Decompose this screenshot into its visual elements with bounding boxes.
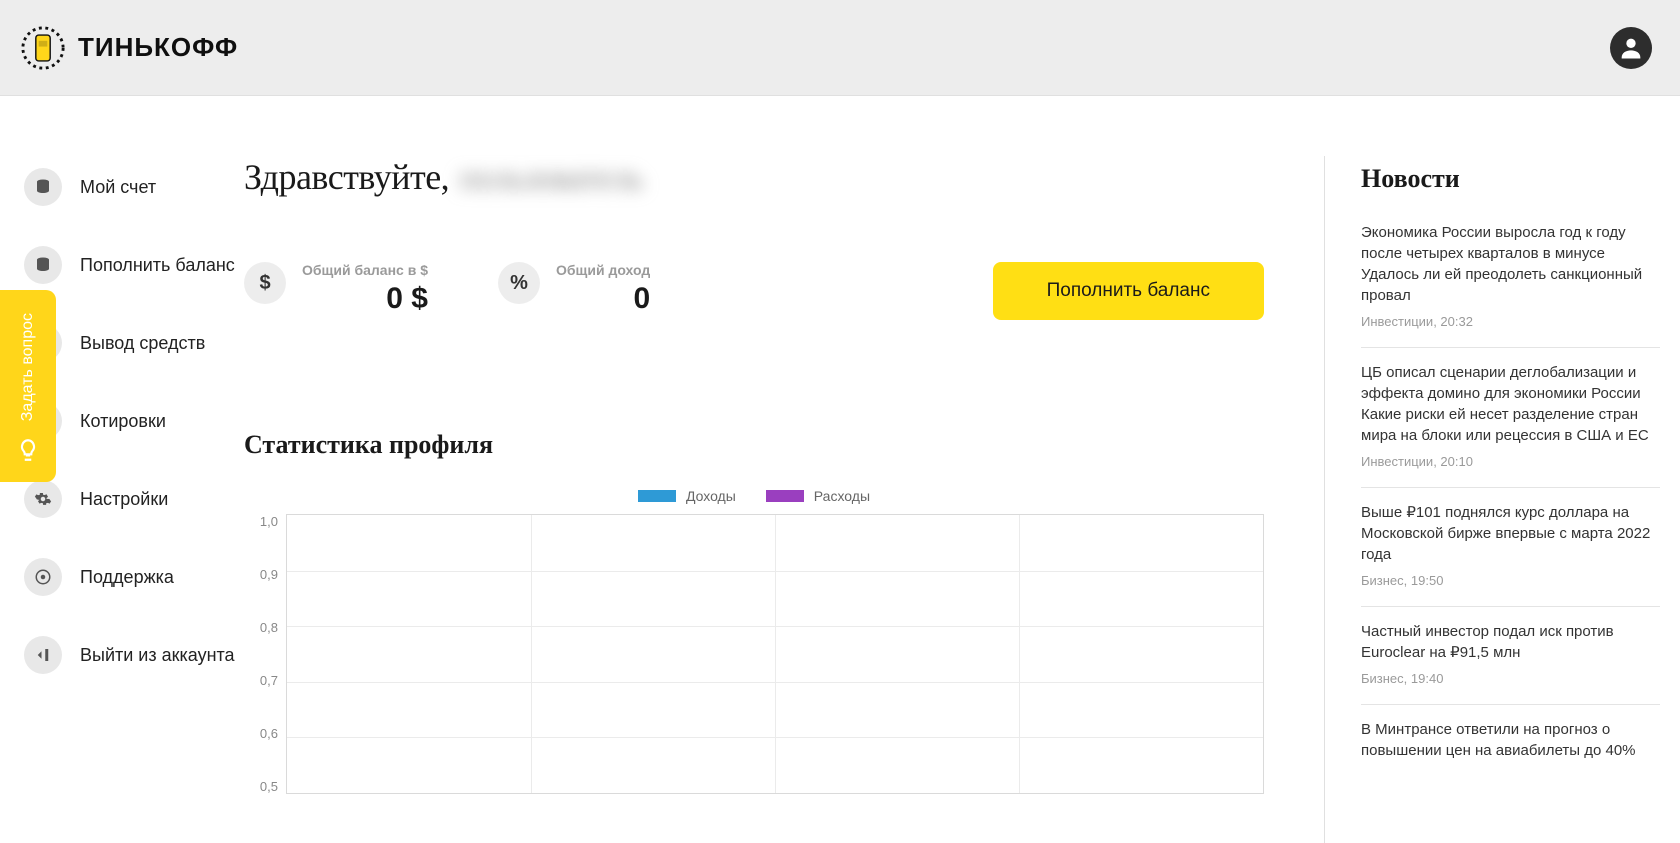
lightbulb-icon (15, 437, 41, 468)
gear-icon (24, 480, 62, 518)
legend-swatch-purple (766, 490, 804, 502)
sidebar-item-label: Поддержка (80, 566, 174, 589)
sidebar-item-topup[interactable]: Пополнить баланс (24, 246, 244, 284)
news-title: Новости (1361, 164, 1660, 194)
news-item[interactable]: Экономика России выросла год к году посл… (1361, 222, 1660, 348)
sidebar-item-label: Настройки (80, 488, 168, 511)
chart-plot-area (286, 514, 1264, 794)
stat-income-label: Общий доход (556, 262, 650, 278)
y-tick: 1,0 (260, 514, 278, 529)
news-item-meta: Инвестиции, 20:10 (1361, 454, 1660, 469)
sidebar-item-settings[interactable]: Настройки (24, 480, 244, 518)
sidebar-item-label: Вывод средств (80, 332, 205, 355)
news-item[interactable]: ЦБ описал сценарии деглобализации и эффе… (1361, 348, 1660, 488)
news-item[interactable]: Частный инвестор подал иск против Eurocl… (1361, 607, 1660, 705)
news-item-meta: Бизнес, 19:50 (1361, 573, 1660, 588)
legend-swatch-blue (638, 490, 676, 502)
news-item-meta: Инвестиции, 20:32 (1361, 314, 1660, 329)
news-item-text: Экономика России выросла год к году посл… (1361, 222, 1660, 306)
y-tick: 0,9 (260, 567, 278, 582)
database-icon (24, 246, 62, 284)
y-tick: 0,7 (260, 673, 278, 688)
sidebar-item-support[interactable]: Поддержка (24, 558, 244, 596)
brand-name: ТИНЬКОФФ (78, 32, 238, 63)
sidebar-item-quotes[interactable]: Котировки (24, 402, 244, 440)
y-tick: 0,6 (260, 726, 278, 741)
stat-income: % Общий доход 0 (498, 262, 728, 316)
chart-body: 1,0 0,9 0,8 0,7 0,6 0,5 (244, 514, 1264, 794)
ask-question-tab[interactable]: Задать вопрос (0, 290, 56, 482)
greeting-prefix: Здравствуйте, (244, 156, 449, 198)
greeting-username: пользователь (459, 160, 643, 198)
ask-question-label: Задать вопрос (19, 313, 37, 421)
y-tick: 0,8 (260, 620, 278, 635)
stat-balance-label: Общий баланс в $ (302, 262, 428, 278)
stat-balance-value: 0 $ (302, 282, 428, 316)
sidebar-item-label: Пополнить баланс (80, 254, 235, 277)
sidebar-item-account[interactable]: Мой счет (24, 168, 244, 206)
news-item-text: В Минтрансе ответили на прогноз о повыше… (1361, 719, 1660, 761)
topup-button[interactable]: Пополнить баланс (993, 262, 1264, 320)
news-item-meta: Бизнес, 19:40 (1361, 671, 1660, 686)
user-avatar[interactable] (1610, 27, 1652, 69)
profile-stats-chart: Доходы Расходы 1,0 0,9 0,8 0,7 0,6 0,5 (244, 488, 1264, 794)
brand-logo-icon (20, 25, 66, 71)
news-item[interactable]: В Минтрансе ответили на прогноз о повыше… (1361, 705, 1660, 787)
news-item[interactable]: Выше ₽101 поднялся курс доллара на Моско… (1361, 488, 1660, 607)
news-item-text: ЦБ описал сценарии деглобализации и эффе… (1361, 362, 1660, 446)
content-area: Здравствуйте, пользователь $ Общий балан… (244, 156, 1284, 843)
dollar-icon: $ (244, 262, 286, 304)
stats-row: $ Общий баланс в $ 0 $ % Общий доход 0 П… (244, 262, 1264, 320)
chart-legend: Доходы Расходы (244, 488, 1264, 504)
news-item-text: Выше ₽101 поднялся курс доллара на Моско… (1361, 502, 1660, 565)
news-column: Новости Экономика России выросла год к г… (1324, 156, 1660, 843)
legend-series-2[interactable]: Расходы (766, 488, 870, 504)
database-icon (24, 168, 62, 206)
chart-y-axis: 1,0 0,9 0,8 0,7 0,6 0,5 (244, 514, 286, 794)
legend-label-1: Доходы (686, 488, 736, 504)
sidebar-item-withdraw[interactable]: Вывод средств (24, 324, 244, 362)
logout-icon (24, 636, 62, 674)
stat-balance: $ Общий баланс в $ 0 $ (244, 262, 474, 316)
legend-series-1[interactable]: Доходы (638, 488, 736, 504)
brand-logo[interactable]: ТИНЬКОФФ (20, 25, 238, 71)
y-tick: 0,5 (260, 779, 278, 794)
person-icon (1617, 34, 1645, 62)
news-item-text: Частный инвестор подал иск против Eurocl… (1361, 621, 1660, 663)
sidebar-item-label: Выйти из аккаунта (80, 644, 235, 667)
main-layout: Мой счет Пополнить баланс Вывод средств … (0, 96, 1680, 843)
main-and-news: Здравствуйте, пользователь $ Общий балан… (244, 96, 1680, 843)
sidebar-item-label: Котировки (80, 410, 166, 433)
header: ТИНЬКОФФ (0, 0, 1680, 96)
chart-section-title: Статистика профиля (244, 430, 1264, 460)
help-icon (24, 558, 62, 596)
sidebar-item-logout[interactable]: Выйти из аккаунта (24, 636, 244, 674)
legend-label-2: Расходы (814, 488, 870, 504)
sidebar-item-label: Мой счет (80, 176, 156, 199)
greeting: Здравствуйте, пользователь (244, 156, 1264, 198)
percent-icon: % (498, 262, 540, 304)
stat-income-value: 0 (556, 282, 650, 316)
